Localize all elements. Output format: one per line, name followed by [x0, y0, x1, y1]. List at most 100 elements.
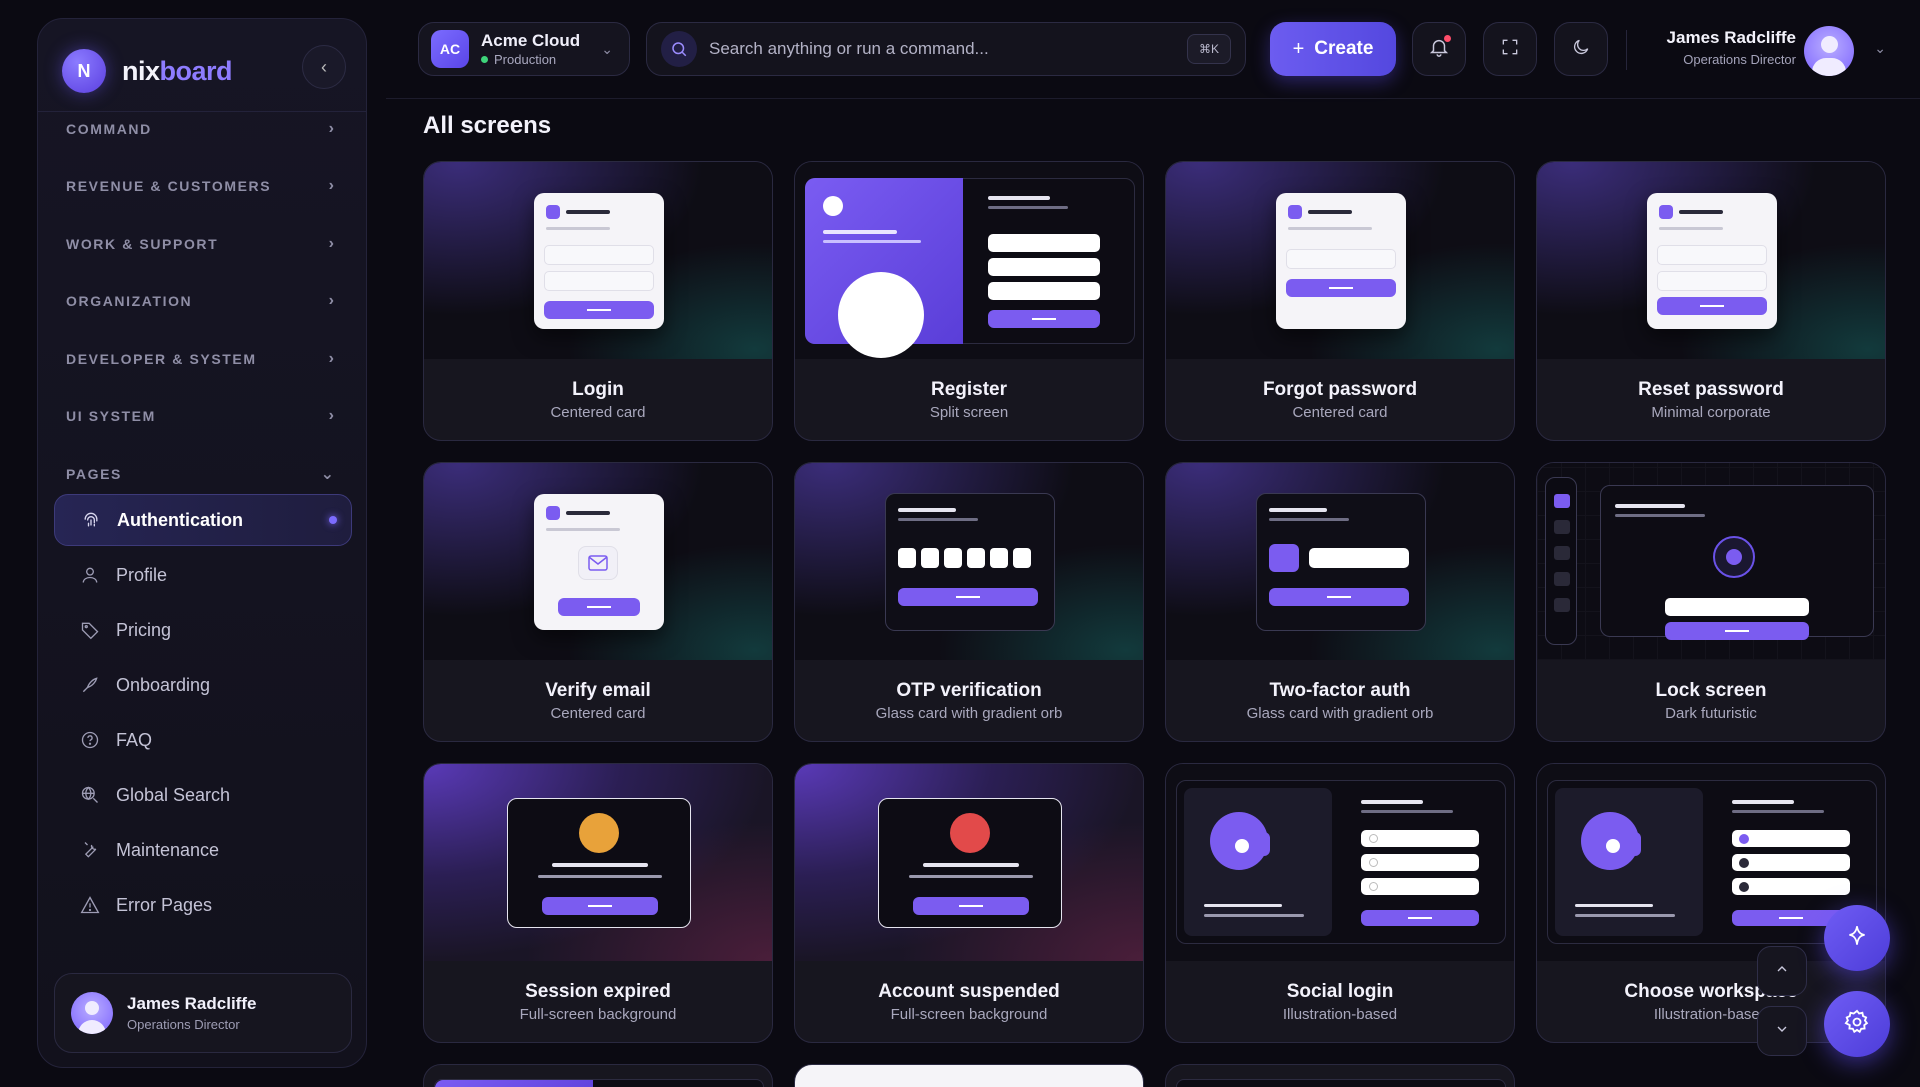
user-role: Operations Director	[1683, 52, 1796, 67]
shortcut-badge: ⌘K	[1187, 34, 1231, 64]
section-developer-system[interactable]: DEVELOPER & SYSTEM ›	[66, 345, 340, 373]
screen-card-otp-verification[interactable]: OTP verification Glass card with gradien…	[794, 462, 1144, 742]
screen-card-partial[interactable]	[794, 1064, 1144, 1087]
card-title: OTP verification	[896, 680, 1042, 701]
card-thumbnail	[1537, 463, 1885, 660]
card-title: Login	[572, 379, 624, 400]
search-input[interactable]	[709, 39, 1149, 59]
screen-card-social-login[interactable]: Social login Illustration-based	[1165, 763, 1515, 1043]
section-work-support[interactable]: WORK & SUPPORT ›	[66, 230, 340, 258]
card-subtitle: Centered card	[1292, 404, 1388, 421]
sidebar-item-pricing[interactable]: Pricing	[54, 604, 352, 656]
fullscreen-button[interactable]	[1483, 22, 1537, 76]
workspace-env: Production	[481, 52, 580, 67]
search-icon	[661, 31, 697, 67]
settings-button[interactable]	[1824, 991, 1890, 1057]
ai-assistant-button[interactable]	[1824, 905, 1890, 971]
card-thumbnail	[424, 764, 772, 961]
screen-card-partial[interactable]	[423, 1064, 773, 1087]
brand-name: nixboard	[122, 55, 233, 86]
sidebar-item-faq[interactable]: FAQ	[54, 714, 352, 766]
sidebar-item-profile[interactable]: Profile	[54, 549, 352, 601]
screen-card-lock-screen[interactable]: Lock screen Dark futuristic	[1536, 462, 1886, 742]
card-subtitle: Illustration-based	[1282, 1006, 1398, 1023]
global-search[interactable]: ⌘K	[646, 22, 1246, 76]
sidebar-item-label: Onboarding	[116, 674, 211, 695]
card-thumbnail	[1166, 764, 1514, 961]
screen-card-register[interactable]: Register Split screen	[794, 161, 1144, 441]
card-subtitle: Dark futuristic	[1665, 705, 1757, 722]
active-indicator	[329, 516, 337, 524]
sidebar-item-onboarding[interactable]: Onboarding	[54, 659, 352, 711]
section-ui-system[interactable]: UI SYSTEM ›	[66, 402, 340, 430]
page-title: All screens	[423, 112, 552, 139]
chevron-right-icon: ›	[328, 235, 334, 252]
sidebar-item-label: Global Search	[116, 784, 231, 805]
sidebar-item-label: FAQ	[116, 729, 153, 750]
chevron-right-icon: ›	[328, 120, 334, 137]
plus-icon: +	[1292, 37, 1305, 60]
section-pages[interactable]: PAGES ⌄	[66, 460, 340, 488]
notification-dot	[1444, 35, 1451, 42]
fullscreen-icon	[1500, 37, 1520, 62]
card-title: Forgot password	[1262, 379, 1418, 400]
card-thumbnail	[795, 764, 1143, 961]
sidebar-item-label: Authentication	[117, 509, 243, 530]
sidebar-item-maintenance[interactable]: Maintenance	[54, 824, 352, 876]
header-divider	[386, 98, 1920, 99]
status-dot	[481, 56, 488, 63]
section-revenue-customers[interactable]: REVENUE & CUSTOMERS ›	[66, 172, 340, 200]
screen-card-two-factor-auth[interactable]: Two-factor auth Glass card with gradient…	[1165, 462, 1515, 742]
header-user-menu[interactable]: James Radcliffe Operations Director ⌄	[1650, 22, 1900, 78]
screen-card-account-suspended[interactable]: Account suspended Full-screen background	[794, 763, 1144, 1043]
globe-search-icon	[78, 783, 102, 807]
sidebar-item-label: Profile	[116, 564, 168, 585]
card-subtitle: Full-screen background	[519, 1006, 677, 1023]
chevron-left-icon: ‹	[321, 56, 327, 77]
tag-icon	[78, 618, 102, 642]
card-title: Reset password	[1638, 379, 1784, 400]
screen-card-reset-password[interactable]: Reset password Minimal corporate	[1536, 161, 1886, 441]
workspace-logo: AC	[431, 30, 469, 68]
chevron-down-icon: ⌄	[1874, 40, 1886, 56]
notifications-button[interactable]	[1412, 22, 1466, 76]
chevron-right-icon: ›	[328, 177, 334, 194]
card-thumbnail	[1166, 162, 1514, 359]
card-thumbnail	[1166, 463, 1514, 660]
screen-card-verify-email[interactable]: Verify email Centered card	[423, 462, 773, 742]
screen-card-partial[interactable]	[1165, 1064, 1515, 1087]
screen-card-session-expired[interactable]: Session expired Full-screen background	[423, 763, 773, 1043]
scroll-down-button[interactable]	[1757, 1006, 1807, 1056]
sidebar-item-error-pages[interactable]: Error Pages	[54, 879, 352, 931]
sidebar-item-authentication[interactable]: Authentication	[54, 494, 352, 546]
moon-icon	[1571, 37, 1591, 62]
card-subtitle: Centered card	[550, 404, 646, 421]
screen-card-login[interactable]: Login Centered card	[423, 161, 773, 441]
card-title: Verify email	[545, 680, 651, 701]
card-subtitle: Split screen	[929, 404, 1009, 421]
brand-logo: N	[62, 49, 106, 93]
create-button[interactable]: + Create	[1270, 22, 1396, 76]
card-thumbnail	[795, 463, 1143, 660]
collapse-sidebar-button[interactable]: ‹	[302, 45, 346, 89]
sidebar-item-label: Error Pages	[116, 894, 213, 915]
chevron-right-icon: ›	[328, 292, 334, 309]
theme-toggle-button[interactable]	[1554, 22, 1608, 76]
brand[interactable]: N nixboard	[62, 43, 233, 99]
screen-card-forgot-password[interactable]: Forgot password Centered card	[1165, 161, 1515, 441]
section-organization[interactable]: ORGANIZATION ›	[66, 287, 340, 315]
workspace-switcher[interactable]: AC Acme Cloud Production ⌄	[418, 22, 630, 76]
sidebar-item-global-search[interactable]: Global Search	[54, 769, 352, 821]
chevron-right-icon: ›	[328, 407, 334, 424]
section-command[interactable]: COMMAND ›	[66, 115, 340, 143]
avatar	[1804, 26, 1854, 76]
card-title: Two-factor auth	[1269, 680, 1411, 701]
divider	[38, 111, 366, 112]
warning-icon	[78, 893, 102, 917]
card-subtitle: Glass card with gradient orb	[875, 705, 1063, 722]
gear-icon	[1843, 1008, 1871, 1041]
user-name: James Radcliffe	[127, 994, 257, 1013]
card-thumbnail	[1537, 162, 1885, 359]
sidebar-user-card[interactable]: James Radcliffe Operations Director	[54, 973, 352, 1053]
scroll-up-button[interactable]	[1757, 946, 1807, 996]
